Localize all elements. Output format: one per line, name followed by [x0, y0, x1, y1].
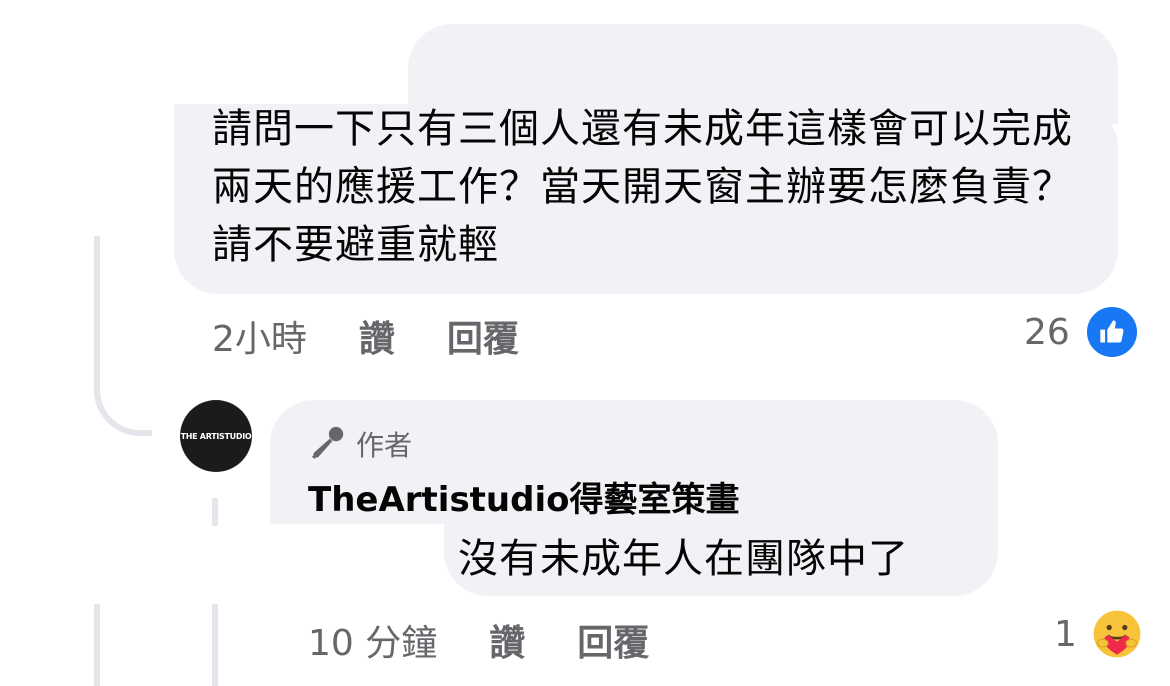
author-badge: 作者 — [308, 424, 412, 464]
reply-time[interactable]: 10 分鐘 — [308, 614, 437, 666]
like-icon — [1083, 304, 1140, 360]
avatar-text: THE ARTISTUDIO — [180, 431, 252, 441]
thread-connector — [94, 330, 152, 436]
avatar[interactable]: THE ARTISTUDIO — [180, 400, 252, 472]
care-icon — [1093, 610, 1141, 658]
thread-line-lower-right — [212, 604, 218, 686]
comment-text: 請問一下只有三個人還有未成年這樣會可以完成兩天的應援工作？當天開天窗主辦要怎麼負… — [212, 106, 1073, 268]
reply-reply-button[interactable]: 回覆 — [577, 614, 649, 666]
reply-reactions[interactable]: 1 — [1054, 608, 1143, 660]
thread-line-lower-left — [94, 604, 100, 686]
microphone-icon — [311, 426, 344, 460]
reply-text: 沒有未成年人在團隊中了 — [458, 536, 909, 582]
author-name[interactable]: TheArtistudio得藝室策畫 — [308, 472, 740, 521]
reply-like-button[interactable]: 讚 — [489, 614, 525, 666]
reply-button[interactable]: 回覆 — [447, 310, 519, 362]
comment-reactions[interactable]: 26 — [1024, 304, 1140, 360]
author-badge-label: 作者 — [356, 429, 413, 462]
thread-line-main — [94, 236, 100, 336]
comment-time[interactable]: 2小時 — [212, 310, 307, 362]
reply-reaction-count: 1 — [1054, 613, 1077, 655]
like-button[interactable]: 讚 — [359, 310, 395, 362]
reply-meta: 10 分鐘 讚 回覆 — [308, 614, 701, 666]
reaction-count: 26 — [1024, 311, 1070, 353]
thread-line-reply — [212, 498, 218, 526]
comment-meta: 2小時 讚 回覆 — [212, 310, 571, 362]
